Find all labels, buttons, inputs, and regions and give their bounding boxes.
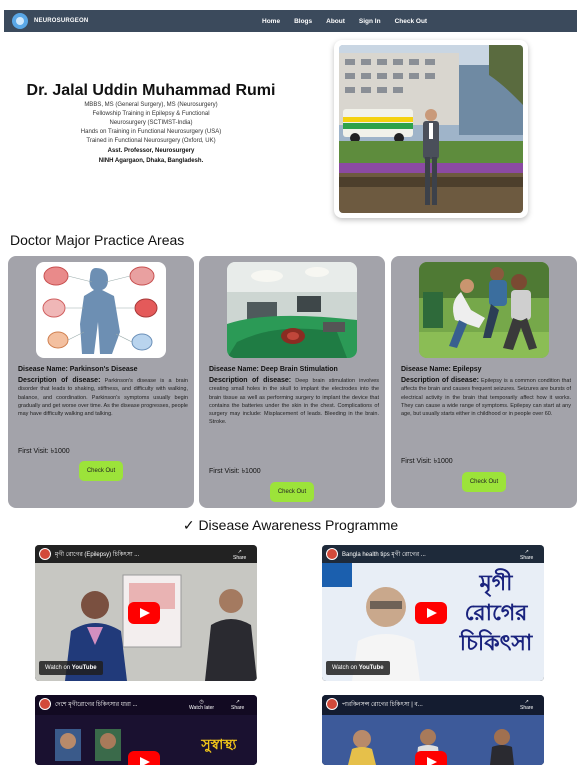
video-title[interactable]: পারকিনসন্স রোগের চিকিৎসা | ব... <box>342 699 512 710</box>
credential-line: MBBS, MS (General Surgery), MS (Neurosur… <box>84 102 218 108</box>
credential-line: Trained in Functional Neurosurgery (Oxfo… <box>86 138 216 144</box>
share-button[interactable]: ↗ Share <box>520 699 533 711</box>
video-embed[interactable]: মৃগী রোগের (Epilepsy) চিকিৎসা ... ↗ Share… <box>35 545 257 681</box>
deep-brain-stimulation-image <box>227 262 357 358</box>
practice-areas-title: Doctor Major Practice Areas <box>10 232 185 248</box>
disease-name: Disease Name: Parkinson's Disease <box>18 366 138 373</box>
share-button[interactable]: ↗ Share <box>231 699 244 711</box>
watch-on-youtube-button[interactable]: Watch on YouTube <box>326 661 390 675</box>
navbar: NEUROSURGEON Home Blogs About Sign In Ch… <box>4 10 577 32</box>
youtube-play-icon[interactable] <box>415 602 447 624</box>
video-embed[interactable]: Bangla health tips মৃগী রোগের ... ↗ Share… <box>322 545 544 681</box>
channel-avatar[interactable] <box>39 698 51 710</box>
first-visit-fee: First Visit: ৳1000 <box>401 458 453 465</box>
first-visit-fee: First Visit: ৳1000 <box>209 468 261 475</box>
nav-signin-link[interactable]: Sign In <box>359 18 381 25</box>
doctor-position: Asst. Professor, Neurosurgery <box>107 148 195 154</box>
youtube-play-icon[interactable] <box>128 751 160 765</box>
disease-name: Disease Name: Deep Brain Stimulation <box>209 366 338 373</box>
practice-card: Disease Name: Parkinson's Disease Descri… <box>8 256 194 508</box>
parkinsons-image <box>36 262 166 358</box>
credential-line: Neurosurgery (SCTIMST-India) <box>109 120 193 126</box>
nav-menu: Home Blogs About Sign In Check Out <box>262 10 427 32</box>
brand-name: NEUROSURGEON <box>34 18 89 24</box>
credential-line: Hands on Training in Functional Neurosur… <box>80 129 222 135</box>
check-out-button[interactable]: Check Out <box>462 472 506 492</box>
brain-logo-icon <box>12 13 28 29</box>
doctor-institute: NINH Agargaon, Dhaka, Bangladesh. <box>98 158 204 164</box>
disease-name: Disease Name: Epilepsy <box>401 366 482 373</box>
video-overlay-text: সুস্বাস্থ্য <box>201 737 237 753</box>
channel-avatar[interactable] <box>326 698 338 710</box>
disease-description: Description of disease: Epilepsy is a co… <box>401 377 571 418</box>
check-out-button[interactable]: Check Out <box>79 461 123 481</box>
doctor-photo-frame <box>334 40 528 218</box>
first-visit-fee: First Visit: ৳1000 <box>18 448 70 455</box>
watch-on-youtube-button[interactable]: Watch on YouTube <box>39 661 103 675</box>
video-title[interactable]: দেশে মৃগীরোগের চিকিৎসার ধারা ... <box>55 699 185 710</box>
nav-about-link[interactable]: About <box>326 18 345 25</box>
video-title[interactable]: মৃগী রোগের (Epilepsy) চিকিৎসা ... <box>55 549 245 560</box>
nav-blogs-link[interactable]: Blogs <box>294 18 312 25</box>
video-embed[interactable]: দেশে মৃগীরোগের চিকিৎসার ধারা ... ◷ Watch … <box>35 695 257 765</box>
practice-card: Disease Name: Deep Brain Stimulation Des… <box>199 256 385 508</box>
channel-avatar[interactable] <box>326 548 338 560</box>
credential-line: Fellowship Training in Epilepsy & Functi… <box>92 111 210 117</box>
youtube-play-icon[interactable] <box>128 602 160 624</box>
channel-avatar[interactable] <box>39 548 51 560</box>
youtube-play-icon[interactable] <box>415 751 447 765</box>
video-title[interactable]: Bangla health tips মৃগী রোগের ... <box>342 549 532 560</box>
doctor-photo <box>339 45 523 213</box>
nav-home-link[interactable]: Home <box>262 18 280 25</box>
disease-description: Description of disease: Parkinson's dise… <box>18 377 188 418</box>
watch-later-button[interactable]: ◷ Watch later <box>189 699 214 711</box>
video-embed[interactable]: পারকিনসন্স রোগের চিকিৎসা | ব... ↗ Share <box>322 695 544 765</box>
practice-card: Disease Name: Epilepsy Description of di… <box>391 256 577 508</box>
awareness-title: ✓ Disease Awareness Programme <box>182 517 399 533</box>
epilepsy-image <box>419 262 549 358</box>
brand-logo[interactable]: NEUROSURGEON <box>12 13 88 29</box>
share-button[interactable]: ↗ Share <box>233 549 246 561</box>
check-out-button[interactable]: Check Out <box>270 482 314 502</box>
video-overlay-text: মৃগী রোগের চিকিৎসা <box>459 571 533 656</box>
doctor-name: Dr. Jalal Uddin Muhammad Rumi <box>26 82 276 99</box>
share-button[interactable]: ↗ Share <box>520 549 533 561</box>
disease-description: Description of disease: Deep brain stimu… <box>209 377 379 426</box>
nav-checkout-link[interactable]: Check Out <box>395 18 428 25</box>
